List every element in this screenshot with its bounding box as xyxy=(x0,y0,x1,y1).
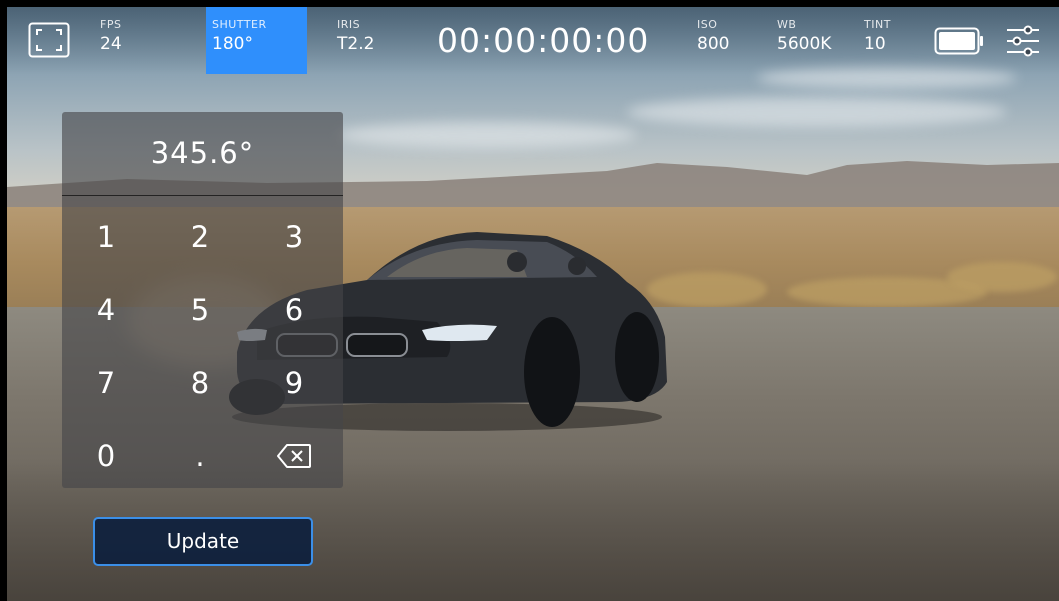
key-0[interactable]: 0 xyxy=(71,426,141,486)
shutter-label: SHUTTER xyxy=(212,18,267,31)
update-button[interactable]: Update xyxy=(93,517,313,566)
shutter-value: 180° xyxy=(212,34,253,54)
fullscreen-icon[interactable] xyxy=(28,22,70,62)
keypad-divider xyxy=(62,195,343,196)
backspace-key[interactable] xyxy=(259,426,329,486)
key-8[interactable]: 8 xyxy=(165,353,235,413)
timecode[interactable]: 00:00:00:00 xyxy=(437,21,649,60)
wb-label: WB xyxy=(777,18,797,31)
shutter-keypad: 345.6° 1 2 3 4 5 6 7 8 9 0 . xyxy=(62,112,343,488)
iris-value: T2.2 xyxy=(337,34,375,54)
fps-value: 24 xyxy=(100,34,122,54)
scene-cloud xyxy=(337,122,637,148)
settings-sliders-icon[interactable] xyxy=(1005,24,1041,62)
key-3[interactable]: 3 xyxy=(259,207,329,267)
key-9[interactable]: 9 xyxy=(259,353,329,413)
key-decimal[interactable]: . xyxy=(165,426,235,486)
wb-control[interactable]: WB 5600K xyxy=(777,7,831,54)
iso-label: ISO xyxy=(697,18,718,31)
backspace-icon xyxy=(277,444,311,468)
key-4[interactable]: 4 xyxy=(71,280,141,340)
scene-cloud xyxy=(627,97,1007,127)
key-2[interactable]: 2 xyxy=(165,207,235,267)
scene-brush xyxy=(947,262,1057,292)
fps-control[interactable]: FPS 24 xyxy=(100,7,122,54)
fps-label: FPS xyxy=(100,18,122,31)
wb-value: 5600K xyxy=(777,34,832,54)
tint-label: TINT xyxy=(864,18,891,31)
tint-control[interactable]: TINT 10 xyxy=(864,7,891,54)
keypad-display: 345.6° xyxy=(150,136,255,170)
iris-label: IRIS xyxy=(337,18,361,31)
battery-icon xyxy=(934,27,984,59)
tint-value: 10 xyxy=(864,34,886,54)
key-6[interactable]: 6 xyxy=(259,280,329,340)
key-7[interactable]: 7 xyxy=(71,353,141,413)
iris-control[interactable]: IRIS T2.2 xyxy=(337,7,374,54)
iso-value: 800 xyxy=(697,34,730,54)
camera-monitor: FPS 24 SHUTTER 180° IRIS T2.2 00:00:00:0… xyxy=(7,7,1059,601)
iso-control[interactable]: ISO 800 xyxy=(697,7,729,54)
key-5[interactable]: 5 xyxy=(165,280,235,340)
shutter-control[interactable]: SHUTTER 180° xyxy=(206,7,307,74)
key-1[interactable]: 1 xyxy=(71,207,141,267)
